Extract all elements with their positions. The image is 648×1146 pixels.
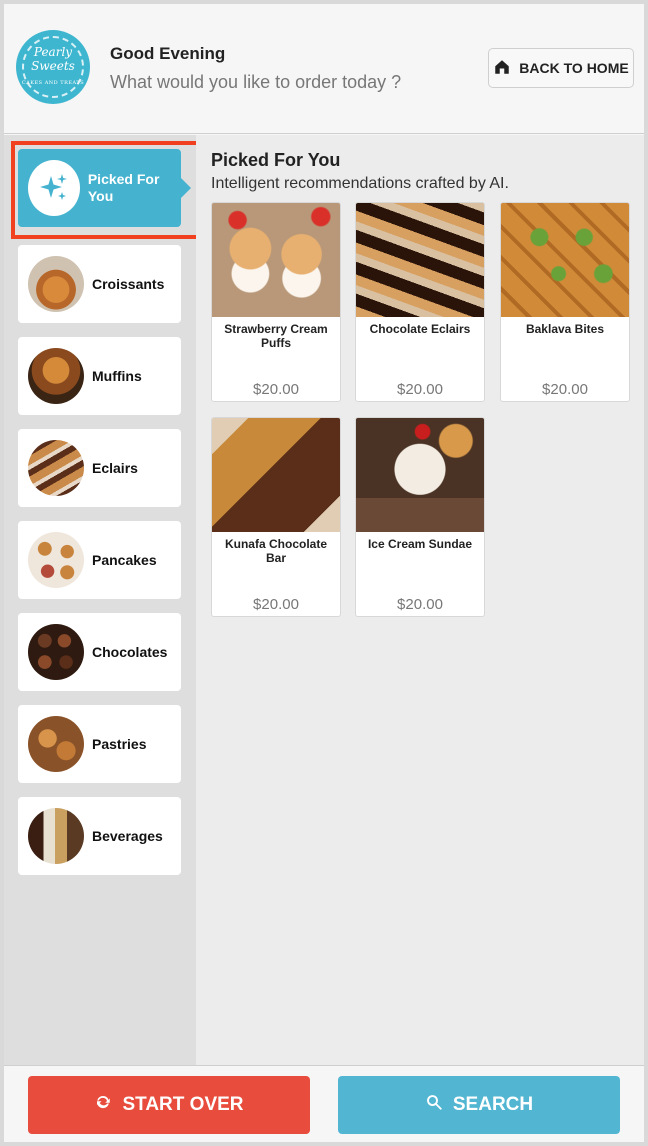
product-price: $20.00 <box>397 381 443 398</box>
product-image <box>356 203 484 317</box>
sidebar-item-label: Chocolates <box>92 643 168 660</box>
product-image <box>212 203 340 317</box>
sidebar-item-beverages[interactable]: Beverages <box>18 797 181 875</box>
sidebar-item-label: Croissants <box>92 275 165 292</box>
back-to-home-button[interactable]: BACK TO HOME <box>488 48 634 88</box>
footer-bar: START OVER SEARCH <box>4 1065 644 1142</box>
sidebar-item-label: Muffins <box>92 367 142 384</box>
search-label: SEARCH <box>452 1094 534 1115</box>
refresh-icon <box>94 1093 112 1117</box>
back-to-home-label: BACK TO HOME <box>519 60 629 76</box>
product-image <box>501 203 629 317</box>
greeting-title: Good Evening <box>110 44 226 63</box>
sidebar-item-muffins[interactable]: Muffins <box>18 337 181 415</box>
section-subtitle: Intelligent recommendations crafted by A… <box>211 175 509 192</box>
search-button[interactable]: SEARCH <box>338 1076 620 1134</box>
start-over-label: START OVER <box>122 1094 244 1115</box>
croissants-thumbnail <box>28 256 84 312</box>
section-title: Picked For You <box>211 150 341 170</box>
sidebar-item-label: Eclairs <box>92 459 138 476</box>
pastries-thumbnail <box>28 716 84 772</box>
product-price: $20.00 <box>253 596 299 613</box>
pancakes-thumbnail <box>28 532 84 588</box>
sidebar-item-label: Pastries <box>92 735 147 752</box>
product-card-kunafa-chocolate-bar[interactable]: Kunafa Chocolate Bar $20.00 <box>211 417 341 617</box>
category-sidebar: Picked For You Croissants Muffins Eclair… <box>4 135 203 1065</box>
home-icon <box>493 58 511 79</box>
product-name: Chocolate Eclairs <box>369 322 471 336</box>
product-card-baklava-bites[interactable]: Baklava Bites $20.00 <box>500 202 630 402</box>
sidebar-item-label: Beverages <box>92 827 163 844</box>
sidebar-item-pastries[interactable]: Pastries <box>18 705 181 783</box>
sidebar-item-croissants[interactable]: Croissants <box>18 245 181 323</box>
eclairs-thumbnail <box>28 440 84 496</box>
product-price: $20.00 <box>542 381 588 398</box>
product-panel: Picked For You Intelligent recommendatio… <box>196 135 644 1065</box>
product-image <box>212 418 340 532</box>
product-price: $20.00 <box>253 381 299 398</box>
sidebar-item-picked-for-you[interactable]: Picked For You <box>18 149 191 227</box>
product-card-strawberry-cream-puffs[interactable]: Strawberry Cream Puffs $20.00 <box>211 202 341 402</box>
brand-logo: Pearly Sweets CAKES AND TREATS <box>16 30 90 104</box>
muffins-thumbnail <box>28 348 84 404</box>
sidebar-item-eclairs[interactable]: Eclairs <box>18 429 181 507</box>
sidebar-item-label: Picked For You <box>87 171 160 204</box>
header: Pearly Sweets CAKES AND TREATS Good Evenin… <box>4 4 644 134</box>
product-name: Ice Cream Sundae <box>367 537 473 551</box>
product-name: Kunafa Chocolate Bar <box>224 537 327 565</box>
sidebar-item-pancakes[interactable]: Pancakes <box>18 521 181 599</box>
product-name: Baklava Bites <box>525 322 605 336</box>
product-name: Strawberry Cream Puffs <box>224 322 328 350</box>
app-frame: Pearly Sweets CAKES AND TREATS Good Evenin… <box>0 0 648 1146</box>
search-icon <box>425 1093 443 1117</box>
start-over-button[interactable]: START OVER <box>28 1076 310 1134</box>
sidebar-item-label: Pancakes <box>92 551 157 568</box>
greeting-prompt: What would you like to order today ? <box>110 72 402 92</box>
product-image <box>356 418 484 532</box>
product-price: $20.00 <box>397 596 443 613</box>
chocolates-thumbnail <box>28 624 84 680</box>
product-card-ice-cream-sundae[interactable]: Ice Cream Sundae $20.00 <box>355 417 485 617</box>
sidebar-item-chocolates[interactable]: Chocolates <box>18 613 181 691</box>
sparkle-icon <box>28 160 80 216</box>
product-card-chocolate-eclairs[interactable]: Chocolate Eclairs $20.00 <box>355 202 485 402</box>
beverages-thumbnail <box>28 808 84 864</box>
